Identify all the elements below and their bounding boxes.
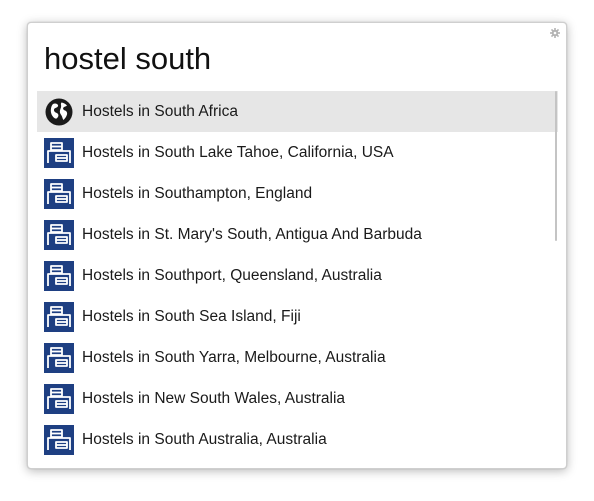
result-item[interactable]: Hostels in New South Wales, Australia <box>37 378 558 419</box>
hostel-bed-icon <box>44 342 74 373</box>
search-input[interactable] <box>44 37 524 81</box>
result-item[interactable]: Hostels in Southampton, England <box>37 173 558 214</box>
hostel-bed-icon <box>44 383 74 414</box>
gear-icon[interactable] <box>550 28 560 38</box>
result-item[interactable]: Hostels in South Yarra, Melbourne, Austr… <box>37 337 558 378</box>
scrollbar[interactable] <box>555 91 557 241</box>
result-label: Hostels in South Australia, Australia <box>82 430 327 448</box>
results-list: Hostels in South Africa Hostels in South… <box>37 91 558 460</box>
result-label: Hostels in South Sea Island, Fiji <box>82 307 301 325</box>
result-item[interactable]: Hostels in South Africa <box>37 91 558 132</box>
result-item[interactable]: Hostels in Southport, Queensland, Austra… <box>37 255 558 296</box>
globe-icon <box>45 98 73 125</box>
hostel-bed-icon <box>44 424 74 455</box>
hostel-bed-icon <box>44 260 74 291</box>
result-item[interactable]: Hostels in South Lake Tahoe, California,… <box>37 132 558 173</box>
hostel-bed-icon <box>44 219 74 250</box>
result-item[interactable]: Hostels in South Australia, Australia <box>37 419 558 460</box>
result-label: Hostels in Southampton, England <box>82 184 313 202</box>
result-label: Hostels in South Yarra, Melbourne, Austr… <box>82 348 386 366</box>
result-label: Hostels in New South Wales, Australia <box>82 389 346 407</box>
result-label: Hostels in Southport, Queensland, Austra… <box>82 266 382 284</box>
search-popup-window: Hostels in South Africa Hostels in South… <box>27 22 567 469</box>
hostel-bed-icon <box>44 301 74 332</box>
result-label: Hostels in St. Mary's South, Antigua And… <box>82 225 422 243</box>
result-label: Hostels in South Africa <box>82 102 238 120</box>
hostel-bed-icon <box>44 137 74 168</box>
result-label: Hostels in South Lake Tahoe, California,… <box>82 143 394 161</box>
hostel-bed-icon <box>44 178 74 209</box>
result-item[interactable]: Hostels in South Sea Island, Fiji <box>37 296 558 337</box>
result-item[interactable]: Hostels in St. Mary's South, Antigua And… <box>37 214 558 255</box>
